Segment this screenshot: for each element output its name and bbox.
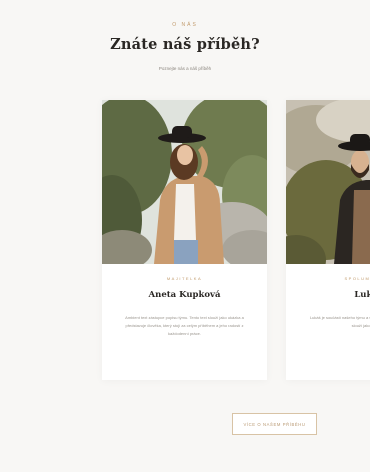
team-member-name: Aneta Kupková [148, 290, 221, 300]
more-about-us-button[interactable]: VÍCE O NAŠEM PŘÍBĚHU [232, 413, 317, 435]
team-card: MAJITELKA Aneta Kupková Ambient text zás… [102, 100, 267, 380]
team-member-role: MAJITELKA [166, 276, 203, 281]
team-member-role: SPOLUMAJITEL [344, 276, 370, 281]
team-member-photo [102, 100, 267, 264]
team-member-bio: Ambient text zástupce popisu týmu. Tento… [125, 315, 244, 337]
section-eyebrow: O NÁS [172, 22, 198, 28]
section-subtitle: Poznejte nás a náš příběh [158, 66, 212, 71]
section-title: Znáte náš příběh? [110, 36, 260, 53]
team-member-bio: Lukáš je součástí našeho týmu a stará se… [309, 315, 370, 329]
team-member-photo [286, 100, 370, 264]
team-card: SPOLUMAJITEL Lukáš Lukáš je součástí naš… [286, 100, 370, 380]
team-member-name: Lukáš [354, 290, 370, 300]
about-section: O NÁS Znáte náš příběh? Poznejte nás a n… [0, 0, 370, 472]
